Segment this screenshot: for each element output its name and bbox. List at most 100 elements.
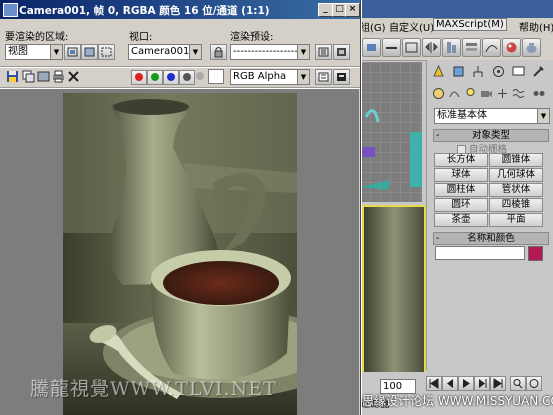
toggle-ui-icon[interactable] xyxy=(333,69,350,85)
goto-end-icon[interactable] xyxy=(490,376,506,391)
viewport-top[interactable] xyxy=(360,62,422,202)
menu-maxscript[interactable]: MAXScript(M) xyxy=(433,18,507,31)
title-bar[interactable]: Camera001, 帧 0, RGBA 颜色 16 位/通道 (1:1) _ … xyxy=(0,0,360,19)
preset-value: ------------------- xyxy=(233,46,302,57)
menu-help[interactable]: 帮助(H) xyxy=(519,19,553,34)
preset-dropdown[interactable]: ------------------- ▼ xyxy=(230,44,310,60)
command-panel: 标准基本体 ▼ - 对象类型 自动栅格 长方体 圆锥体 球体 几何球体 圆柱体 … xyxy=(426,60,553,370)
viewport-label: 视口: xyxy=(129,32,153,43)
zoom-icon[interactable] xyxy=(510,376,526,391)
toggle-ui-overlay-icon[interactable] xyxy=(315,69,332,85)
minimize-icon[interactable]: _ xyxy=(318,3,333,17)
geosphere-button[interactable]: 几何球体 xyxy=(489,168,543,182)
mirror-icon[interactable] xyxy=(422,38,441,57)
viewport-dropdown[interactable]: Camera001 ▼ xyxy=(128,44,202,60)
rendered-image[interactable] xyxy=(63,93,297,415)
hierarchy-tab-icon[interactable] xyxy=(471,64,486,79)
category-dropdown[interactable]: 标准基本体 ▼ xyxy=(434,108,550,124)
mono-toggle[interactable] xyxy=(193,70,207,83)
lock-viewport-icon[interactable] xyxy=(210,44,227,60)
plane-button[interactable]: 平面 xyxy=(489,213,543,227)
curve-editor-icon[interactable] xyxy=(482,38,501,57)
lights-icon[interactable] xyxy=(463,86,478,101)
align-icon[interactable] xyxy=(442,38,461,57)
cameras-icon[interactable] xyxy=(479,86,494,101)
chevron-down-icon: ▼ xyxy=(297,45,309,59)
motion-tab-icon[interactable] xyxy=(491,64,506,79)
cone-button[interactable]: 圆锥体 xyxy=(489,153,543,167)
clear-icon[interactable] xyxy=(67,70,80,83)
edit-region-icon[interactable] xyxy=(64,44,81,60)
close-icon[interactable]: × xyxy=(345,3,360,17)
green-channel-toggle[interactable] xyxy=(147,70,163,85)
name-color-rollout[interactable]: - 名称和颜色 xyxy=(433,232,549,245)
chevron-down-icon: ▼ xyxy=(537,109,549,123)
render-teapot-icon[interactable] xyxy=(522,38,541,57)
material-editor-icon[interactable] xyxy=(502,38,521,57)
render-options-labels: 要渲染的区域: 视口: 渲染预设: xyxy=(0,28,360,43)
prev-frame-icon[interactable] xyxy=(442,376,458,391)
render-canvas-area xyxy=(0,89,359,415)
systems-icon[interactable] xyxy=(531,86,546,101)
separator xyxy=(0,66,360,68)
modify-tab-icon[interactable] xyxy=(451,64,466,79)
display-channel-dropdown[interactable]: RGB Alpha ▼ xyxy=(230,69,310,85)
blue-dot-icon xyxy=(167,73,175,81)
create-tab-icon[interactable] xyxy=(431,64,446,79)
helpers-icon[interactable] xyxy=(495,86,510,101)
chevron-down-icon: ▼ xyxy=(297,70,309,84)
blue-channel-toggle[interactable] xyxy=(163,70,179,85)
layer-manager-icon[interactable] xyxy=(462,38,481,57)
next-frame-icon[interactable] xyxy=(474,376,490,391)
box-button[interactable]: 长方体 xyxy=(434,153,488,167)
unlink-icon[interactable] xyxy=(382,38,401,57)
shapes-icon[interactable] xyxy=(447,86,462,101)
environment-icon[interactable] xyxy=(333,44,350,60)
auto-region-icon[interactable] xyxy=(81,44,98,60)
background-color-swatch[interactable] xyxy=(208,69,224,84)
region-select-icon[interactable] xyxy=(98,44,115,60)
viewport-gizmo xyxy=(360,109,422,190)
render-setup-icon[interactable] xyxy=(315,44,332,60)
geometry-icon[interactable] xyxy=(431,86,446,101)
tube-button[interactable]: 管状体 xyxy=(489,183,543,197)
max-menu-bar: 组(G) 自定义(U) MAXScript(M) 帮助(H) xyxy=(360,18,553,34)
red-dot-icon xyxy=(135,73,143,81)
viewport-camera[interactable] xyxy=(362,205,426,374)
copy-image-icon[interactable] xyxy=(22,70,35,83)
save-image-icon[interactable] xyxy=(6,70,19,83)
select-link-icon[interactable] xyxy=(362,38,381,57)
rollout-title: 对象类型 xyxy=(471,130,510,141)
torus-button[interactable]: 圆环 xyxy=(434,198,488,212)
spacewarps-icon[interactable] xyxy=(511,86,526,101)
area-value: 视图 xyxy=(8,46,28,57)
rollout-title: 名称和颜色 xyxy=(467,233,515,244)
area-dropdown[interactable]: 视图 ▼ xyxy=(5,44,63,60)
utilities-tab-icon[interactable] xyxy=(531,64,546,79)
clone-window-icon[interactable] xyxy=(37,70,50,83)
menu-group[interactable]: 组(G) xyxy=(360,19,386,34)
area-label: 要渲染的区域: xyxy=(5,32,69,43)
window-title: Camera001, 帧 0, RGBA 颜色 16 位/通道 (1:1) xyxy=(19,5,270,17)
sphere-button[interactable]: 球体 xyxy=(434,168,488,182)
print-icon[interactable] xyxy=(52,70,65,83)
category-value: 标准基本体 xyxy=(437,110,487,121)
display-tab-icon[interactable] xyxy=(511,64,526,79)
pyramid-button[interactable]: 四棱锥 xyxy=(489,198,543,212)
cylinder-button[interactable]: 圆柱体 xyxy=(434,183,488,197)
chevron-down-icon: ▼ xyxy=(50,45,62,59)
goto-start-icon[interactable] xyxy=(426,376,442,391)
play-icon[interactable] xyxy=(458,376,474,391)
named-selection-icon[interactable] xyxy=(402,38,421,57)
teapot-button[interactable]: 茶壶 xyxy=(434,213,488,227)
object-color-swatch[interactable] xyxy=(528,246,543,261)
chevron-down-icon: ▼ xyxy=(189,45,201,59)
orbit-icon[interactable] xyxy=(526,376,542,391)
app-icon xyxy=(3,3,18,17)
max-main-toolbar xyxy=(360,34,553,61)
red-channel-toggle[interactable] xyxy=(131,70,147,85)
menu-customize[interactable]: 自定义(U) xyxy=(389,19,434,34)
object-name-field[interactable] xyxy=(435,246,525,260)
create-category-tabs xyxy=(427,84,553,104)
rendered-coffee-scene xyxy=(63,93,297,415)
